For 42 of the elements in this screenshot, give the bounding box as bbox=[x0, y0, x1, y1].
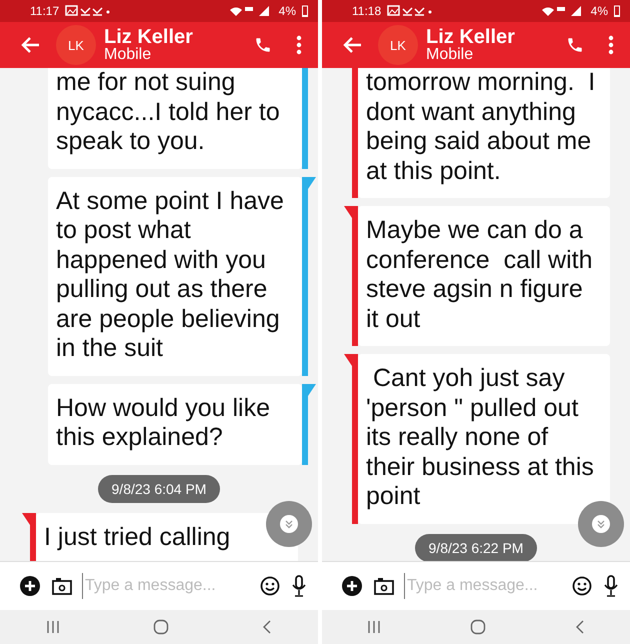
contact-subtitle: Mobile bbox=[426, 47, 474, 63]
message-composer[interactable]: Type a message... bbox=[322, 561, 630, 610]
phone-icon[interactable] bbox=[566, 36, 584, 54]
back-icon[interactable] bbox=[575, 620, 586, 634]
battery-icon bbox=[302, 5, 308, 17]
more-icon[interactable] bbox=[608, 35, 614, 55]
battery-icon bbox=[614, 5, 620, 17]
notification-icons bbox=[65, 5, 112, 17]
scroll-down-button[interactable] bbox=[266, 501, 312, 547]
contact-avatar[interactable]: LK bbox=[56, 25, 96, 65]
message-composer[interactable]: Type a message... bbox=[0, 561, 318, 610]
contact-name: Liz Keller bbox=[426, 27, 515, 47]
message-bubble[interactable]: How would you like this explained? bbox=[48, 384, 302, 464]
message-field[interactable]: Type a message... bbox=[82, 573, 250, 599]
message-bubble[interactable]: I just tried calling bbox=[36, 512, 298, 561]
back-icon[interactable] bbox=[262, 620, 272, 634]
date-separator: 9/8/23 6:22 PM bbox=[414, 534, 538, 561]
message-marker bbox=[22, 512, 36, 561]
battery-percent: 4% bbox=[278, 4, 296, 18]
recents-icon[interactable] bbox=[366, 620, 381, 634]
status-time: 11:18 bbox=[352, 4, 382, 18]
chevrons-down-icon[interactable] bbox=[280, 515, 298, 533]
more-icon[interactable] bbox=[296, 35, 302, 55]
message-bubble[interactable]: tomorrow morning. I dont want anything being said about me at this point. bbox=[358, 68, 610, 198]
status-time: 11:17 bbox=[30, 4, 60, 18]
phone-icon[interactable] bbox=[254, 36, 272, 54]
chevrons-down-icon[interactable] bbox=[592, 515, 610, 533]
recents-icon[interactable] bbox=[46, 620, 60, 634]
message-bubble[interactable]: Cant yoh just say 'person " pulled out its really none of their business at this point bbox=[358, 354, 610, 524]
message-bubble[interactable]: At some point I have to post what happened with you pulling out as there are people believing in the suit bbox=[48, 176, 302, 376]
message-bubble[interactable]: Maybe we can do a conference call with steve agsin n figure it out bbox=[358, 206, 610, 346]
scroll-down-button[interactable] bbox=[578, 501, 624, 547]
notification-icons bbox=[387, 5, 434, 17]
contact-avatar[interactable]: LK bbox=[378, 25, 418, 65]
message-bubble[interactable]: me for not suing nycacc...I told her to speak to you. bbox=[48, 68, 302, 168]
home-icon[interactable] bbox=[152, 619, 169, 635]
battery-percent: 4% bbox=[590, 4, 608, 18]
date-separator: 9/8/23 6:04 PM bbox=[98, 474, 220, 502]
contact-subtitle: Mobile bbox=[104, 47, 152, 63]
home-icon[interactable] bbox=[470, 619, 486, 635]
contact-name: Liz Keller bbox=[104, 27, 193, 47]
message-field[interactable]: Type a message... bbox=[404, 573, 562, 599]
